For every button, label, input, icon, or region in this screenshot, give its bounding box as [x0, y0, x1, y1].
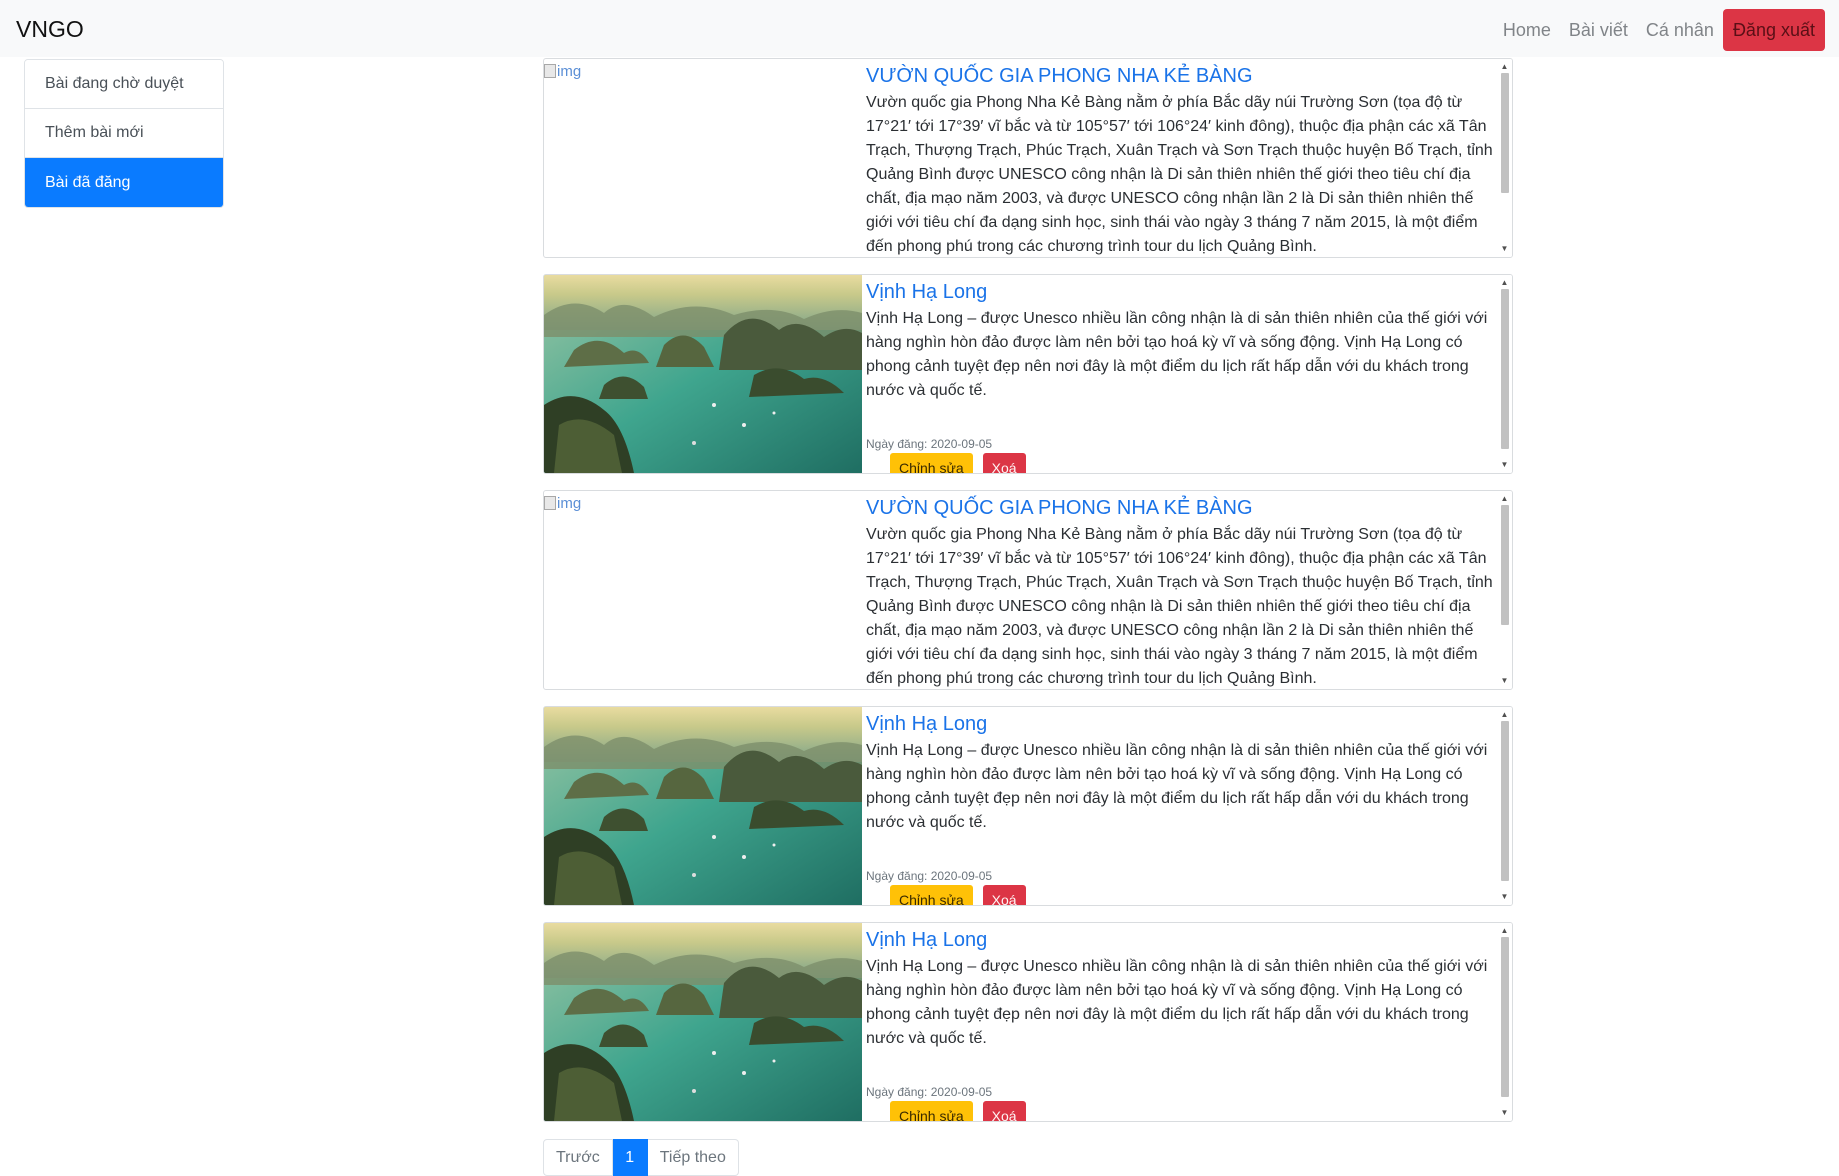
post-description: Vịnh Hạ Long – được Unesco nhiều lần côn…	[866, 310, 1488, 399]
logout-button[interactable]: Đăng xuất	[1722, 9, 1825, 51]
post-description: Vườn quốc gia Phong Nha Kẻ Bàng nằm ở ph…	[866, 94, 1493, 255]
post-description: Vườn quốc gia Phong Nha Kẻ Bàng nằm ở ph…	[866, 526, 1493, 687]
post-title-link[interactable]: Vịnh Hạ Long	[866, 927, 1494, 953]
post-scrollbar[interactable]: ▲ ▼	[1497, 275, 1512, 473]
image-alt-text: img	[557, 495, 582, 512]
post-description: Vịnh Hạ Long – được Unesco nhiều lần côn…	[866, 742, 1488, 831]
scroll-down-arrow-icon[interactable]: ▼	[1497, 675, 1512, 687]
scroll-up-arrow-icon[interactable]: ▲	[1497, 709, 1512, 721]
halong-bay-image	[544, 923, 862, 1121]
scroll-down-arrow-icon[interactable]: ▼	[1497, 1107, 1512, 1119]
broken-image-icon	[544, 496, 556, 510]
post-date: Ngày đăng: 2020-09-05	[866, 1085, 993, 1099]
delete-button[interactable]: Xoá	[982, 885, 1026, 905]
post-image	[544, 923, 862, 1121]
post-actions: Chỉnh sửa Xoá	[890, 1101, 1026, 1121]
post-body: Vịnh Hạ Long Vịnh Hạ Long – được Unesco …	[866, 711, 1494, 905]
brand-logo[interactable]: VNGO	[16, 16, 84, 43]
post-scrollbar[interactable]: ▲ ▼	[1497, 923, 1512, 1121]
post-date: Ngày đăng: 2020-09-05	[866, 437, 993, 451]
post-scrollbar[interactable]: ▲ ▼	[1497, 491, 1512, 689]
scroll-down-arrow-icon[interactable]: ▼	[1497, 459, 1512, 471]
scroll-up-arrow-icon[interactable]: ▲	[1497, 277, 1512, 289]
post-title-link[interactable]: VƯỜN QUỐC GIA PHONG NHA KẺ BÀNG	[866, 63, 1494, 89]
post-actions: Chỉnh sửa Xoá	[890, 885, 1026, 905]
scroll-up-arrow-icon[interactable]: ▲	[1497, 61, 1512, 73]
post-description: Vịnh Hạ Long – được Unesco nhiều lần côn…	[866, 958, 1488, 1047]
post-scrollbar[interactable]: ▲ ▼	[1497, 59, 1512, 257]
scroll-thumb[interactable]	[1501, 937, 1509, 1097]
halong-bay-image	[544, 275, 862, 473]
post-date: Ngày đăng: 2020-09-05	[866, 869, 993, 883]
nav-posts-link[interactable]: Bài viết	[1560, 12, 1637, 49]
post-card: Vịnh Hạ Long Vịnh Hạ Long – được Unesco …	[543, 274, 1513, 474]
scroll-thumb[interactable]	[1501, 505, 1509, 625]
scroll-thumb[interactable]	[1501, 289, 1509, 449]
scroll-thumb[interactable]	[1501, 721, 1509, 881]
post-body: Vịnh Hạ Long Vịnh Hạ Long – được Unesco …	[866, 927, 1494, 1121]
post-list: img VƯỜN QUỐC GIA PHONG NHA KẺ BÀNG Vườn…	[543, 58, 1513, 1138]
scroll-up-arrow-icon[interactable]: ▲	[1497, 925, 1512, 937]
edit-button[interactable]: Chỉnh sửa	[890, 453, 973, 473]
nav-links: Home Bài viết Cá nhân Đăng xuất	[1494, 9, 1825, 51]
pagination-next-button[interactable]: Tiếp theo	[647, 1139, 739, 1176]
nav-profile-link[interactable]: Cá nhân	[1637, 12, 1723, 49]
scroll-thumb[interactable]	[1501, 73, 1509, 193]
sidebar-item-new-post[interactable]: Thêm bài mới	[25, 109, 223, 158]
post-image	[544, 707, 862, 905]
image-alt-text: img	[557, 63, 582, 80]
scroll-down-arrow-icon[interactable]: ▼	[1497, 243, 1512, 255]
post-card: img VƯỜN QUỐC GIA PHONG NHA KẺ BÀNG Vườn…	[543, 490, 1513, 690]
pagination-page-1[interactable]: 1	[612, 1139, 648, 1176]
sidebar-menu: Bài đang chờ duyệt Thêm bài mới Bài đã đ…	[24, 59, 224, 208]
scroll-up-arrow-icon[interactable]: ▲	[1497, 493, 1512, 505]
post-image	[544, 275, 862, 473]
edit-button[interactable]: Chỉnh sửa	[890, 1101, 973, 1121]
halong-bay-image	[544, 707, 862, 905]
delete-button[interactable]: Xoá	[982, 1101, 1026, 1121]
post-title-link[interactable]: VƯỜN QUỐC GIA PHONG NHA KẺ BÀNG	[866, 495, 1494, 521]
post-title-link[interactable]: Vịnh Hạ Long	[866, 279, 1494, 305]
edit-button[interactable]: Chỉnh sửa	[890, 885, 973, 905]
post-body: VƯỜN QUỐC GIA PHONG NHA KẺ BÀNG Vườn quố…	[866, 63, 1494, 255]
post-body: VƯỜN QUỐC GIA PHONG NHA KẺ BÀNG Vườn quố…	[866, 495, 1494, 687]
pagination-prev-button[interactable]: Trước	[543, 1139, 613, 1176]
post-title-link[interactable]: Vịnh Hạ Long	[866, 711, 1494, 737]
post-image-broken: img	[544, 59, 862, 257]
navbar: VNGO Home Bài viết Cá nhân Đăng xuất	[0, 0, 1839, 57]
delete-button[interactable]: Xoá	[982, 453, 1026, 473]
post-card: img VƯỜN QUỐC GIA PHONG NHA KẺ BÀNG Vườn…	[543, 58, 1513, 258]
post-card: Vịnh Hạ Long Vịnh Hạ Long – được Unesco …	[543, 706, 1513, 906]
broken-image-icon	[544, 64, 556, 78]
scroll-down-arrow-icon[interactable]: ▼	[1497, 891, 1512, 903]
post-scrollbar[interactable]: ▲ ▼	[1497, 707, 1512, 905]
pagination: Trước 1 Tiếp theo	[543, 1139, 739, 1176]
sidebar-item-pending-posts[interactable]: Bài đang chờ duyệt	[25, 60, 223, 109]
sidebar-item-published-posts[interactable]: Bài đã đăng	[25, 158, 223, 207]
post-body: Vịnh Hạ Long Vịnh Hạ Long – được Unesco …	[866, 279, 1494, 473]
post-actions: Chỉnh sửa Xoá	[890, 453, 1026, 473]
post-image-broken: img	[544, 491, 862, 689]
nav-home-link[interactable]: Home	[1494, 12, 1560, 49]
post-card: Vịnh Hạ Long Vịnh Hạ Long – được Unesco …	[543, 922, 1513, 1122]
